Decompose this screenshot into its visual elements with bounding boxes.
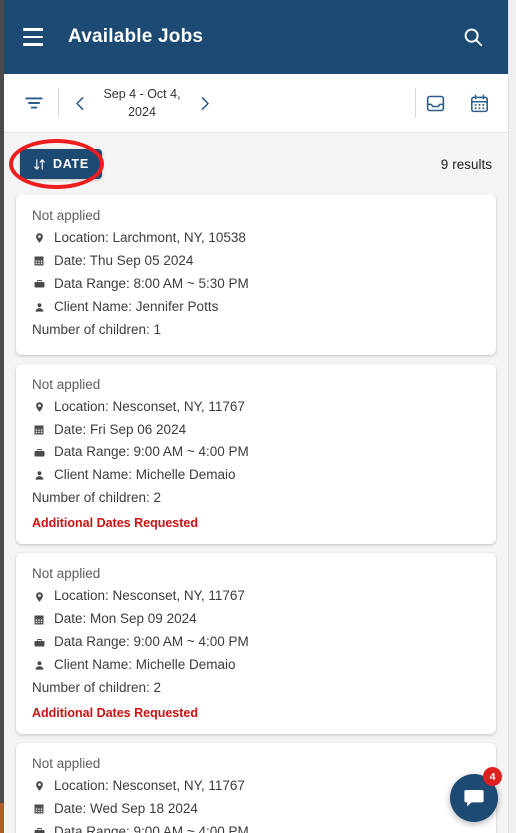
job-range-row: Data Range: 9:00 AM ~ 4:00 PM — [32, 822, 480, 833]
map-pin-icon — [32, 231, 46, 245]
job-date-text: Date: Fri Sep 06 2024 — [54, 421, 187, 437]
toolbar-divider-right — [415, 88, 416, 118]
left-edge-strip-accent — [0, 803, 4, 833]
job-client-text: Client Name: Michelle Demaio — [54, 467, 236, 483]
search-icon[interactable] — [456, 20, 490, 54]
job-children-text: Number of children: 2 — [32, 490, 162, 506]
calendar-icon — [32, 424, 46, 436]
calendar-icon[interactable] — [464, 88, 494, 118]
date-toolbar: Sep 4 - Oct 4, 2024 — [4, 74, 508, 133]
job-client-text: Client Name: Jennifer Potts — [54, 298, 219, 314]
briefcase-icon — [32, 278, 46, 290]
job-date-row: Date: Thu Sep 05 2024 — [32, 251, 480, 272]
map-pin-icon — [32, 779, 46, 793]
job-range-text: Data Range: 9:00 AM ~ 4:00 PM — [54, 823, 249, 833]
app-bar-left-group: Available Jobs — [16, 20, 456, 54]
date-range-navigator: Sep 4 - Oct 4, 2024 — [63, 85, 221, 121]
job-range-row: Data Range: 8:00 AM ~ 5:30 PM — [32, 274, 480, 295]
page-title: Available Jobs — [68, 26, 204, 47]
job-date-text: Date: Thu Sep 05 2024 — [54, 252, 194, 268]
job-location-row: Location: Nesconset, NY, 11767 — [32, 397, 480, 418]
job-range-text: Data Range: 9:00 AM ~ 4:00 PM — [54, 444, 249, 460]
job-status: Not applied — [32, 755, 101, 771]
job-location-text: Location: Nesconset, NY, 11767 — [54, 398, 245, 414]
map-pin-icon — [32, 590, 46, 604]
job-date-text: Date: Mon Sep 09 2024 — [54, 611, 197, 627]
job-location-row: Location: Nesconset, NY, 11767 — [32, 776, 480, 797]
next-period-button[interactable] — [187, 86, 221, 120]
date-range-label: Sep 4 - Oct 4, 2024 — [103, 86, 181, 119]
job-client-row: Client Name: Michelle Demaio — [32, 465, 480, 486]
briefcase-icon — [32, 447, 46, 459]
job-client-text: Client Name: Michelle Demaio — [54, 656, 236, 672]
person-icon — [32, 659, 46, 672]
chat-bubble-icon — [462, 786, 486, 810]
hamburger-menu-icon[interactable] — [16, 20, 50, 54]
app-root: Available Jobs Sep 4 - Oct 4, 2024 DATE … — [0, 0, 516, 833]
map-pin-icon — [32, 400, 46, 414]
results-count-label: results — [452, 156, 492, 172]
left-edge-strip — [0, 0, 4, 833]
calendar-icon — [32, 614, 46, 626]
job-date-text: Date: Wed Sep 18 2024 — [54, 800, 198, 816]
briefcase-icon — [32, 637, 46, 649]
job-card[interactable]: Not applied Location: Nesconset, NY, 117… — [16, 742, 496, 833]
job-location-text: Location: Nesconset, NY, 11767 — [54, 588, 245, 604]
job-date-row: Date: Wed Sep 18 2024 — [32, 799, 480, 820]
job-children-text: Number of children: 2 — [32, 679, 162, 695]
job-range-text: Data Range: 9:00 AM ~ 4:00 PM — [54, 634, 249, 650]
job-card[interactable]: Not applied Location: Nesconset, NY, 117… — [16, 363, 496, 545]
job-status: Not applied — [32, 208, 101, 223]
job-client-row: Client Name: Michelle Demaio — [32, 655, 480, 676]
toolbar-divider-left — [58, 88, 59, 118]
job-location-row: Location: Nesconset, NY, 11767 — [32, 586, 480, 607]
app-bar: Available Jobs — [4, 0, 508, 74]
job-date-row: Date: Mon Sep 09 2024 — [32, 609, 480, 630]
results-count-number: 9 — [440, 156, 449, 172]
job-range-row: Data Range: 9:00 AM ~ 4:00 PM — [32, 442, 480, 463]
additional-dates-requested-badge: Additional Dates Requested — [32, 705, 198, 720]
person-icon — [32, 301, 46, 314]
job-list[interactable]: Not applied Location: Larchmont, NY, 105… — [4, 195, 508, 833]
job-card[interactable]: Not applied Location: Larchmont, NY, 105… — [16, 195, 496, 355]
toolbar-actions — [420, 88, 494, 118]
person-icon — [32, 469, 46, 482]
job-client-row: Client Name: Jennifer Potts — [32, 297, 480, 318]
job-location-text: Location: Larchmont, NY, 10538 — [54, 230, 246, 245]
job-card[interactable]: Not applied Location: Nesconset, NY, 117… — [16, 553, 496, 734]
briefcase-icon — [32, 826, 46, 833]
results-count: 9 results — [441, 157, 492, 172]
job-status: Not applied — [32, 376, 101, 392]
sort-bar: DATE 9 results — [4, 133, 508, 195]
previous-period-button[interactable] — [63, 86, 97, 120]
sort-arrows-icon — [33, 158, 46, 171]
job-children-text: Number of children: 1 — [32, 321, 162, 337]
job-range-text: Data Range: 8:00 AM ~ 5:30 PM — [54, 275, 249, 291]
app-viewport: Available Jobs Sep 4 - Oct 4, 2024 DATE … — [4, 0, 508, 833]
calendar-icon — [32, 803, 46, 815]
job-location-row: Location: Larchmont, NY, 10538 — [32, 228, 480, 249]
additional-dates-requested-badge: Additional Dates Requested — [32, 516, 198, 531]
inbox-tray-icon[interactable] — [420, 88, 450, 118]
calendar-icon — [32, 255, 46, 267]
job-range-row: Data Range: 9:00 AM ~ 4:00 PM — [32, 632, 480, 653]
sort-by-date-button[interactable]: DATE — [20, 149, 102, 179]
job-status: Not applied — [32, 566, 101, 582]
job-date-row: Date: Fri Sep 06 2024 — [32, 420, 480, 441]
filter-icon[interactable] — [14, 83, 54, 123]
chat-unread-badge: 4 — [483, 767, 502, 786]
right-edge-strip — [508, 0, 516, 833]
job-location-text: Location: Nesconset, NY, 11767 — [54, 777, 245, 793]
sort-by-date-label: DATE — [53, 157, 89, 171]
